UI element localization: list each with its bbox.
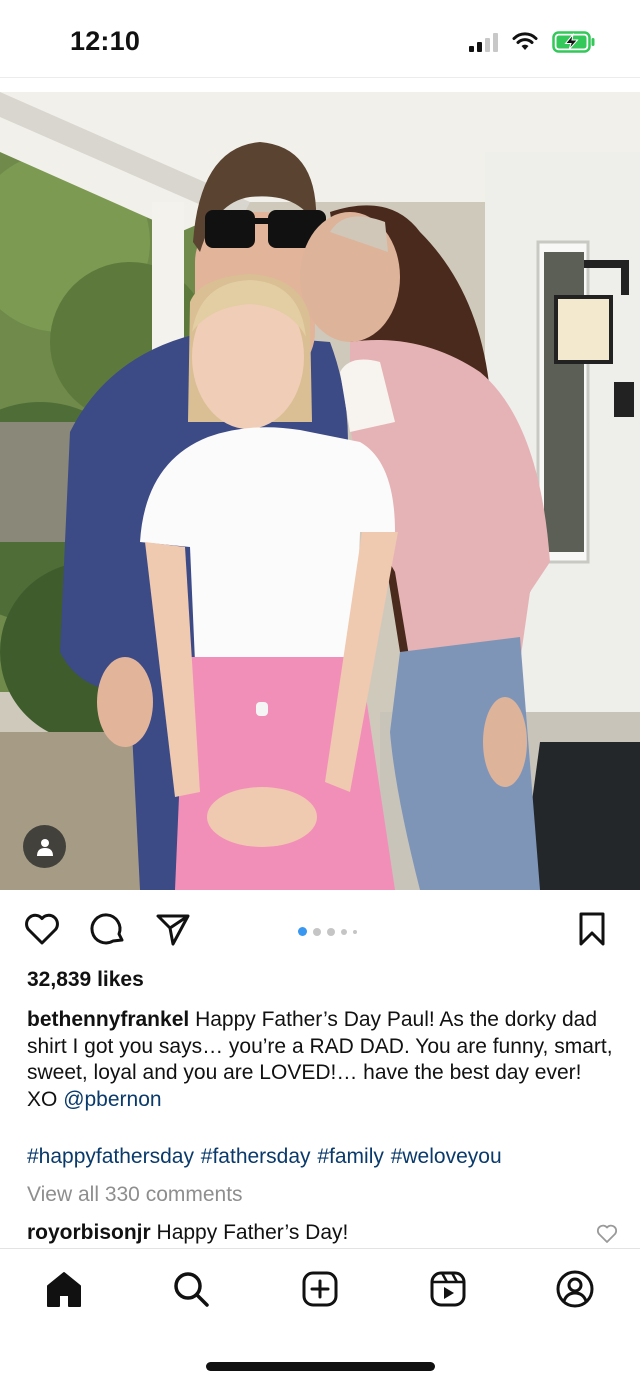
caption-username[interactable]: bethennyfrankel [27,1008,189,1031]
carousel-dot [353,929,357,934]
like-button[interactable] [22,909,62,949]
profile-icon [556,1270,594,1308]
comment-icon [90,913,124,945]
send-icon [156,914,190,946]
post-caption: bethennyfrankel Happy Father’s Day Paul!… [27,1007,617,1113]
tab-home[interactable] [42,1267,86,1311]
home-indicator [206,1362,435,1371]
save-button[interactable] [572,909,612,949]
caption-mention[interactable]: @pbernon [63,1088,161,1111]
caption-hashtags[interactable]: #happyfathersday #fathersday #family #we… [27,1145,502,1169]
status-bar: 12:10 [0,0,640,78]
wifi-icon [512,32,538,50]
heart-icon [25,913,59,945]
cellular-signal-icon [469,32,498,52]
carousel-dots [298,927,357,936]
bottom-tab-bar [0,1248,640,1328]
create-icon [302,1271,338,1307]
likes-count[interactable]: 32,839 likes [27,968,144,992]
post-actions [0,905,640,957]
post-photo-illustration [0,92,640,890]
share-button[interactable] [153,909,193,949]
status-time: 12:10 [70,26,141,56]
top-comment: royorbisonjr Happy Father’s Day! [27,1221,348,1245]
carousel-dot [313,927,321,936]
person-icon [36,838,53,856]
tab-reels[interactable] [426,1267,470,1311]
reels-icon [430,1271,466,1307]
home-icon [47,1272,81,1307]
comment-like-heart-icon[interactable] [596,1224,618,1244]
view-all-comments-link[interactable]: View all 330 comments [27,1183,243,1207]
tab-profile[interactable] [553,1267,597,1311]
carousel-dot [327,927,335,936]
tab-search[interactable] [169,1267,213,1311]
search-icon [174,1272,209,1307]
tag-people-button[interactable] [23,825,66,868]
carousel-dot-active [298,927,307,936]
status-icons [469,30,596,54]
comment-text: Happy Father’s Day! [156,1221,349,1244]
post-image[interactable] [0,92,640,890]
comment-username[interactable]: royorbisonjr [27,1221,151,1244]
comment-button[interactable] [88,909,128,949]
carousel-dot [341,928,347,935]
battery-charging-icon [552,31,595,53]
bookmark-icon [579,912,605,946]
tab-create[interactable] [298,1267,342,1311]
